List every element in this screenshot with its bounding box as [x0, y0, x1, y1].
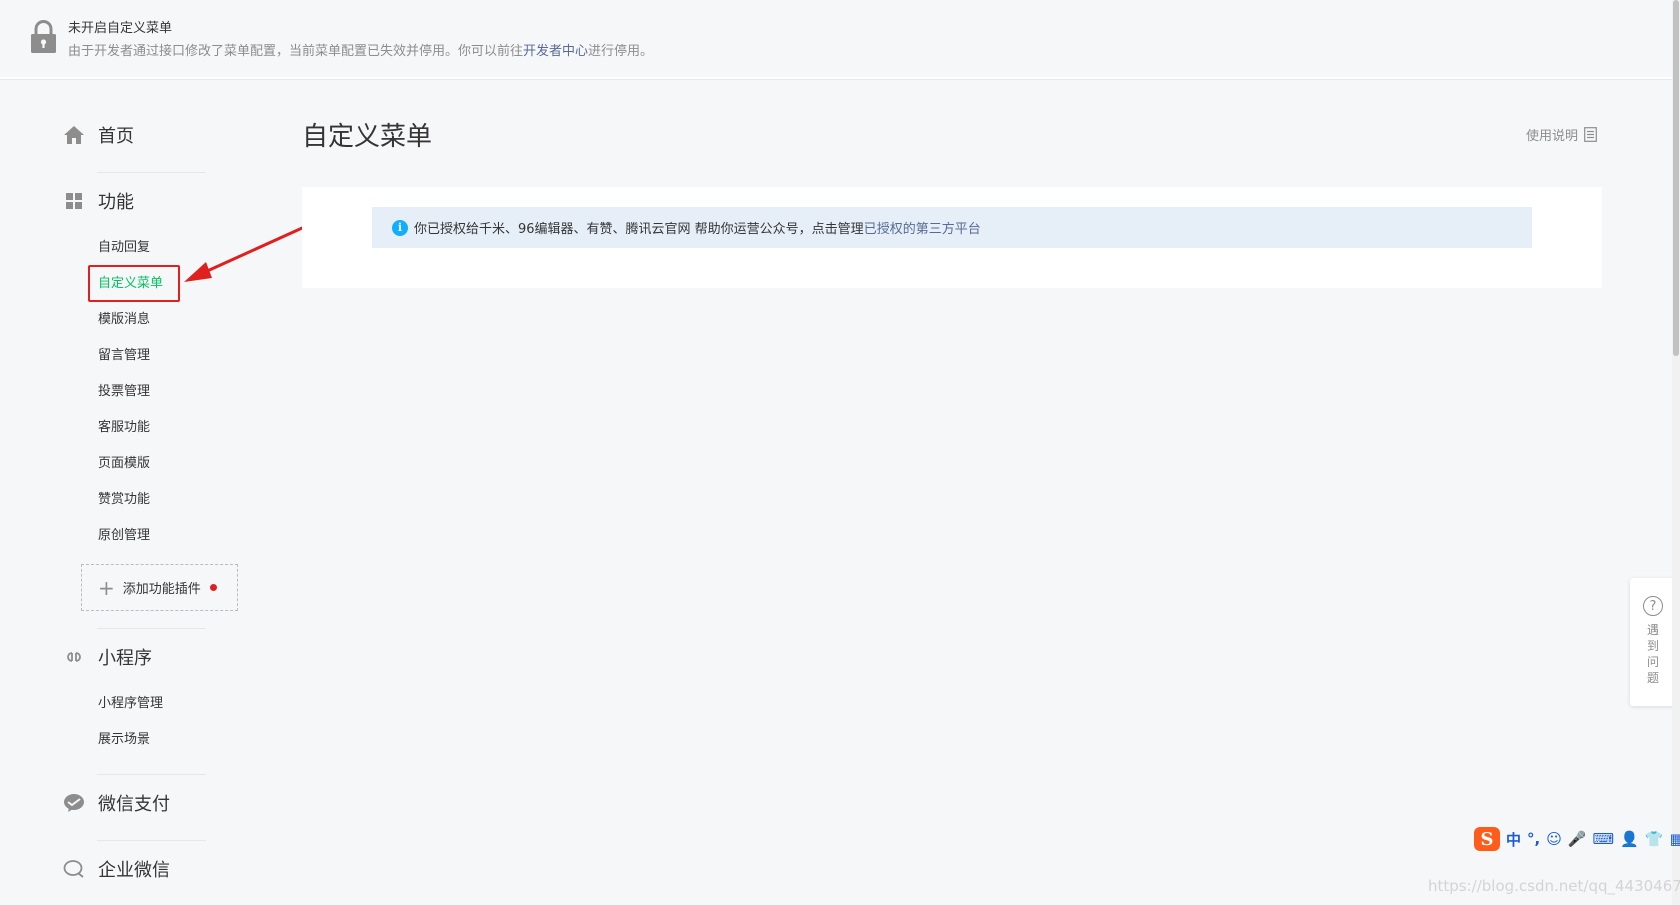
sidebar-item-original[interactable]: 原创管理	[98, 526, 150, 546]
sidebar-item-comments[interactable]: 留言管理	[98, 346, 150, 366]
new-badge-dot	[209, 584, 217, 591]
sidebar-item-home[interactable]: 首页	[62, 120, 134, 150]
ime-toolbox-icon[interactable]: ▦	[1670, 830, 1680, 848]
main-card: i 你已授权给千米、96编辑器、有赞、腾讯云官网 帮助你运营公众号，点击管理 已…	[302, 187, 1602, 288]
plus-icon: +	[98, 575, 115, 600]
link-icon	[62, 645, 86, 669]
highlight-box	[88, 265, 180, 302]
sidebar-wechat-pay-label: 微信支付	[98, 794, 170, 815]
sidebar-item-customer-service[interactable]: 客服功能	[98, 418, 150, 438]
sidebar-item-page-template[interactable]: 页面模版	[98, 454, 150, 474]
sidebar-miniprogram-label: 小程序	[98, 648, 152, 669]
sidebar-work-wechat-label: 企业微信	[98, 860, 170, 881]
help-float-button[interactable]: ? 遇到问题	[1630, 578, 1676, 706]
developer-center-link[interactable]: 开发者中心	[523, 44, 588, 59]
home-icon	[62, 123, 86, 147]
notice-desc-suffix: 进行停用。	[588, 44, 654, 59]
pay-icon	[62, 791, 86, 815]
sidebar-item-reward[interactable]: 赞赏功能	[98, 490, 150, 510]
sidebar: 首页 功能 自动回复 自定义菜单 模版消息 留言管理 投票管理 客服功能 页面模…	[0, 80, 260, 905]
ime-user-icon[interactable]: 👤	[1620, 830, 1639, 848]
sidebar-home-label: 首页	[98, 126, 134, 147]
authorization-tips: i 你已授权给千米、96编辑器、有赞、腾讯云官网 帮助你运营公众号，点击管理 已…	[372, 207, 1532, 248]
third-party-platform-link[interactable]: 已授权的第三方平台	[864, 218, 981, 237]
ime-skin-icon[interactable]: 👕	[1645, 830, 1664, 848]
notice-desc-prefix: 由于开发者通过接口修改了菜单配置，当前菜单配置已失效并停用。你可以前往	[68, 44, 524, 59]
sidebar-features-label: 功能	[98, 192, 134, 213]
sidebar-item-auto-reply[interactable]: 自动回复	[98, 238, 150, 258]
sidebar-section-features: 功能	[62, 186, 134, 216]
sidebar-item-votes[interactable]: 投票管理	[98, 382, 150, 402]
sidebar-item-work-wechat[interactable]: 企业微信	[62, 854, 170, 884]
scrollbar-thumb[interactable]	[1673, 0, 1679, 356]
sidebar-item-display-scenes[interactable]: 展示场景	[98, 730, 150, 750]
ime-voice-icon[interactable]: 🎤	[1568, 830, 1587, 848]
ime-emoji-icon[interactable]: ☺	[1546, 830, 1562, 848]
menu-disabled-notice: 未开启自定义菜单 由于开发者通过接口修改了菜单配置，当前菜单配置已失效并停用。你…	[0, 0, 1672, 79]
sidebar-section-miniprogram: 小程序	[62, 642, 152, 672]
sogou-logo-icon[interactable]: S	[1474, 827, 1500, 851]
divider	[97, 172, 206, 173]
ime-chinese-mode[interactable]: 中	[1506, 829, 1521, 850]
page-title: 自定义菜单	[302, 122, 433, 152]
lock-icon	[31, 20, 56, 53]
add-plugin-label: 添加功能插件	[122, 582, 201, 597]
help-float-label: 遇到问题	[1647, 623, 1660, 685]
ime-punctuation-icon[interactable]: °,	[1527, 830, 1540, 848]
ime-keyboard-icon[interactable]: ⌨	[1593, 830, 1615, 848]
tips-text: 你已授权给千米、96编辑器、有赞、腾讯云官网 帮助你运营公众号，点击管理	[414, 222, 864, 237]
sidebar-item-wechat-pay[interactable]: 微信支付	[62, 788, 170, 818]
ime-toolbar: S 中 °, ☺ 🎤 ⌨ 👤 👕 ▦	[1474, 825, 1680, 853]
divider	[97, 628, 206, 629]
scrollbar[interactable]	[1672, 0, 1680, 905]
grid-icon	[62, 189, 86, 213]
divider	[97, 840, 206, 841]
sidebar-item-template-message[interactable]: 模版消息	[98, 310, 150, 330]
document-icon	[1584, 127, 1597, 142]
chat-icon	[62, 857, 86, 881]
info-icon: i	[392, 219, 408, 236]
sidebar-item-miniprogram-manage[interactable]: 小程序管理	[98, 694, 163, 714]
divider	[97, 774, 206, 775]
annotation-arrow	[184, 222, 312, 282]
add-plugin-button[interactable]: + 添加功能插件	[81, 564, 238, 611]
question-icon: ?	[1643, 596, 1663, 616]
notice-description: 由于开发者通过接口修改了菜单配置，当前菜单配置已失效并停用。你可以前往开发者中心…	[68, 40, 653, 59]
watermark: https://blog.csdn.net/qq_44304677	[1428, 877, 1680, 895]
notice-title: 未开启自定义菜单	[68, 21, 173, 36]
usage-guide-label: 使用说明	[1526, 129, 1579, 144]
usage-guide-link[interactable]: 使用说明	[1526, 125, 1597, 144]
